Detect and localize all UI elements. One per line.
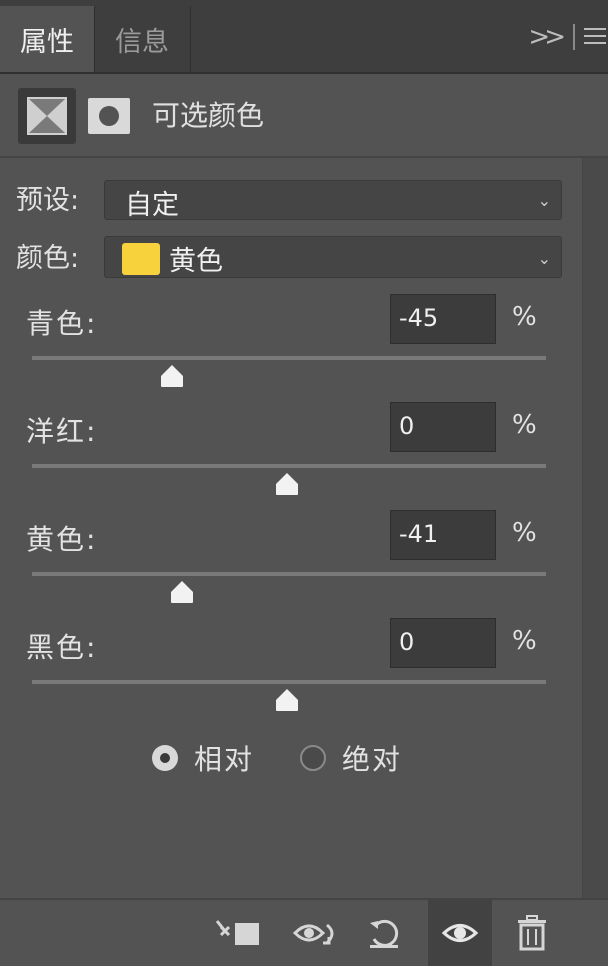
tab-info-label: 信息 bbox=[115, 26, 169, 58]
mask-icon[interactable] bbox=[88, 98, 130, 134]
slider-value-text: -41 bbox=[399, 520, 439, 548]
selective-color-icon bbox=[27, 97, 67, 135]
trash-icon bbox=[518, 915, 546, 951]
slider-track[interactable] bbox=[32, 464, 546, 468]
chevron-down-icon: ⌄ bbox=[537, 191, 551, 210]
tab-bar: 属性 信息 >> bbox=[0, 0, 608, 74]
slider-thumb[interactable] bbox=[274, 472, 300, 496]
view-previous-state-icon bbox=[292, 923, 334, 945]
percent-unit: % bbox=[512, 410, 537, 440]
slider-label: 青色: bbox=[26, 307, 98, 340]
radio-relative[interactable]: 相对 bbox=[152, 738, 254, 778]
slider-label: 黑色: bbox=[26, 631, 98, 664]
radio-relative-label: 相对 bbox=[194, 743, 255, 776]
slider-value-input[interactable]: 0 bbox=[390, 402, 496, 452]
tab-info[interactable]: 信息 bbox=[94, 6, 191, 72]
scrollbar-gutter[interactable] bbox=[582, 158, 608, 898]
slider-value-text: -45 bbox=[399, 304, 439, 332]
slider-label: 黄色: bbox=[26, 523, 98, 556]
visibility-button[interactable] bbox=[428, 900, 492, 966]
collapse-panel-icon[interactable]: >> bbox=[528, 22, 565, 52]
delete-button[interactable] bbox=[502, 900, 562, 966]
slider-track[interactable] bbox=[32, 680, 546, 684]
panel-menu-icon[interactable] bbox=[584, 28, 606, 46]
percent-unit: % bbox=[512, 302, 537, 332]
slider-track[interactable] bbox=[32, 356, 546, 360]
preset-label: 预设: bbox=[16, 185, 80, 216]
clip-to-layer-icon bbox=[215, 920, 259, 945]
radio-selected-icon bbox=[152, 745, 178, 771]
visibility-eye-icon bbox=[441, 924, 479, 942]
reset-button[interactable] bbox=[356, 900, 416, 966]
chevron-down-icon: ⌄ bbox=[537, 249, 551, 268]
footer-toolbar bbox=[0, 898, 608, 966]
slider-thumb[interactable] bbox=[159, 364, 185, 388]
clip-to-layer-button[interactable] bbox=[210, 900, 270, 966]
colors-label: 颜色: bbox=[16, 243, 80, 274]
slider-value-input[interactable]: -41 bbox=[390, 510, 496, 560]
tab-properties-label: 属性 bbox=[20, 26, 74, 58]
tab-properties[interactable]: 属性 bbox=[0, 6, 95, 72]
radio-absolute-label: 绝对 bbox=[342, 743, 403, 776]
slider-value-text: 0 bbox=[399, 628, 415, 656]
color-swatch bbox=[122, 243, 160, 275]
tab-bar-divider bbox=[573, 24, 575, 50]
percent-unit: % bbox=[512, 626, 537, 656]
slider-value-input[interactable]: 0 bbox=[390, 618, 496, 668]
preset-value: 自定 bbox=[125, 190, 179, 221]
slider-track[interactable] bbox=[32, 572, 546, 576]
view-previous-state-button[interactable] bbox=[286, 900, 346, 966]
slider-value-text: 0 bbox=[399, 412, 415, 440]
colors-value: 黄色 bbox=[169, 246, 223, 277]
slider-thumb[interactable] bbox=[169, 580, 195, 604]
adjustment-settings-button[interactable] bbox=[18, 88, 76, 144]
percent-unit: % bbox=[512, 518, 537, 548]
preset-dropdown[interactable]: 自定 ⌄ bbox=[104, 180, 562, 221]
reset-icon bbox=[370, 919, 399, 948]
radio-unselected-icon bbox=[300, 745, 326, 771]
slider-value-input[interactable]: -45 bbox=[390, 294, 496, 344]
slider-label: 洋红: bbox=[26, 415, 98, 448]
radio-absolute[interactable]: 绝对 bbox=[300, 738, 402, 778]
slider-thumb[interactable] bbox=[274, 688, 300, 712]
colors-dropdown[interactable]: 黄色 ⌄ bbox=[104, 236, 562, 278]
adjustment-title: 可选颜色 bbox=[152, 99, 265, 132]
properties-panel: 属性 信息 >> 可选颜色 预设: 自定 ⌄ 颜色: 黄色 ⌄ 青色: -45% 洋… bbox=[0, 0, 608, 966]
adjustment-header: 可选颜色 bbox=[0, 74, 608, 158]
